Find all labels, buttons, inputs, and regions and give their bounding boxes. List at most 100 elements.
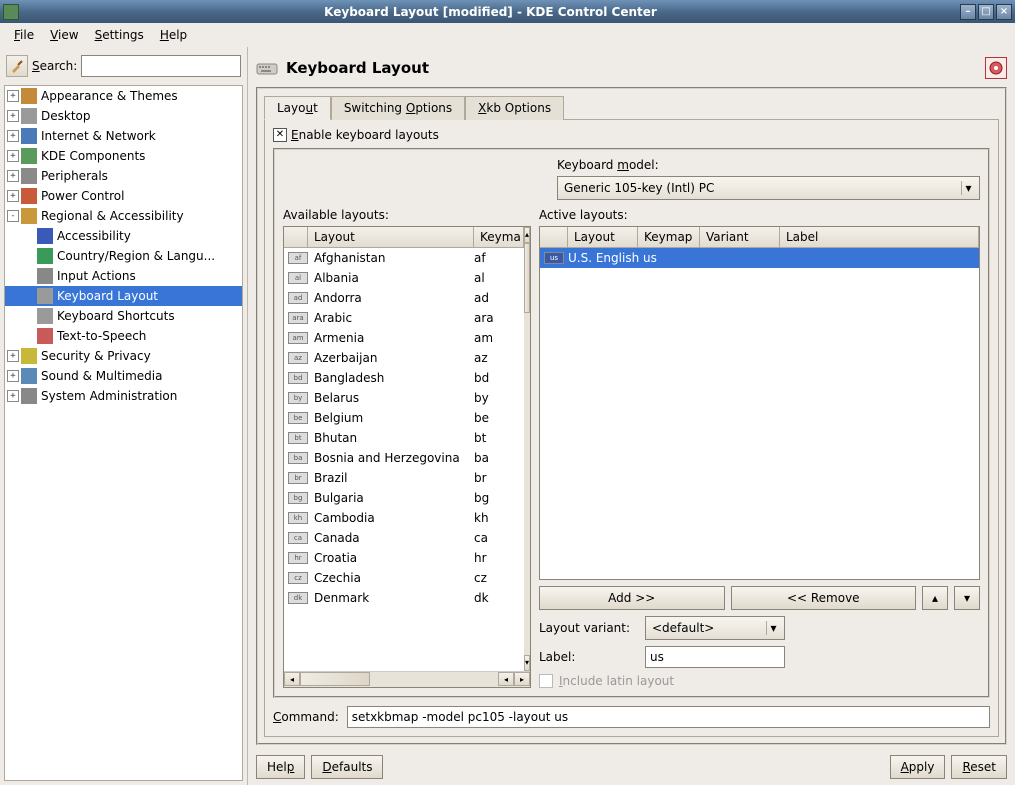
- menu-view[interactable]: View: [42, 26, 86, 44]
- close-button[interactable]: ×: [996, 4, 1012, 20]
- keyboard-model-combo[interactable]: Generic 105-key (Intl) PC ▾: [557, 176, 980, 200]
- warning-button[interactable]: [985, 57, 1007, 79]
- tree-item[interactable]: Text-to-Speech: [5, 326, 242, 346]
- remove-button[interactable]: << Remove: [731, 586, 917, 610]
- menu-help[interactable]: Help: [152, 26, 195, 44]
- tree-item[interactable]: -Regional & Accessibility: [5, 206, 242, 226]
- expand-icon[interactable]: +: [7, 130, 19, 142]
- layout-row[interactable]: khCambodiakh: [284, 508, 524, 528]
- scroll-down-icon[interactable]: ▾: [524, 655, 530, 671]
- defaults-button[interactable]: Defaults: [311, 755, 383, 779]
- clear-search-button[interactable]: [6, 55, 28, 77]
- layout-keymap: dk: [474, 591, 524, 605]
- menu-settings[interactable]: Settings: [87, 26, 152, 44]
- collapse-icon[interactable]: -: [7, 210, 19, 222]
- tree-item[interactable]: +Peripherals: [5, 166, 242, 186]
- available-scrollbar[interactable]: ▴ ▾: [524, 227, 530, 671]
- minimize-button[interactable]: –: [960, 4, 976, 20]
- tree-item[interactable]: +Power Control: [5, 186, 242, 206]
- layout-name: Canada: [312, 531, 474, 545]
- expand-icon[interactable]: +: [7, 170, 19, 182]
- tree-item[interactable]: +Appearance & Themes: [5, 86, 242, 106]
- layout-row[interactable]: dkDenmarkdk: [284, 588, 524, 608]
- expand-icon[interactable]: +: [7, 150, 19, 162]
- label-input[interactable]: [645, 646, 785, 668]
- col-layout[interactable]: Layout: [308, 227, 474, 247]
- layout-row[interactable]: araArabicara: [284, 308, 524, 328]
- layout-row[interactable]: baBosnia and Herzegovinaba: [284, 448, 524, 468]
- tree-item[interactable]: +KDE Components: [5, 146, 242, 166]
- tab-xkb-options[interactable]: Xkb Options: [465, 96, 564, 120]
- layout-row[interactable]: bgBulgariabg: [284, 488, 524, 508]
- layout-row[interactable]: czCzechiacz: [284, 568, 524, 588]
- col-keymap-active[interactable]: Keymap: [638, 227, 700, 247]
- available-layouts-list[interactable]: Layout Keyma afAfghanistanafalAlbaniaala…: [283, 226, 531, 688]
- window-titlebar: Keyboard Layout [modified] - KDE Control…: [0, 0, 1015, 23]
- gear-warning-icon: [988, 60, 1004, 76]
- available-hscrollbar[interactable]: ◂ ◂ ▸: [284, 671, 530, 687]
- expand-icon[interactable]: +: [7, 350, 19, 362]
- tree-item[interactable]: Keyboard Layout: [5, 286, 242, 306]
- scroll-left2-icon[interactable]: ◂: [498, 672, 514, 686]
- expand-icon[interactable]: +: [7, 190, 19, 202]
- maximize-button[interactable]: □: [978, 4, 994, 20]
- layout-row[interactable]: adAndorraad: [284, 288, 524, 308]
- hscroll-thumb[interactable]: [300, 672, 370, 686]
- layout-name: Armenia: [312, 331, 474, 345]
- tab-switching-options[interactable]: Switching Options: [331, 96, 465, 120]
- command-input[interactable]: [347, 706, 990, 728]
- layout-row[interactable]: amArmeniaam: [284, 328, 524, 348]
- layout-row[interactable]: hrCroatiahr: [284, 548, 524, 568]
- category-icon: [21, 128, 37, 144]
- menu-file[interactable]: File: [6, 26, 42, 44]
- help-button[interactable]: Help: [256, 755, 305, 779]
- tree-item[interactable]: Accessibility: [5, 226, 242, 246]
- layout-row[interactable]: azAzerbaijanaz: [284, 348, 524, 368]
- layout-row[interactable]: brBrazilbr: [284, 468, 524, 488]
- scroll-left-icon[interactable]: ◂: [284, 672, 300, 686]
- expand-icon[interactable]: +: [7, 110, 19, 122]
- layout-row[interactable]: afAfghanistanaf: [284, 248, 524, 268]
- layout-row[interactable]: alAlbaniaal: [284, 268, 524, 288]
- tree-item[interactable]: Input Actions: [5, 266, 242, 286]
- flag-icon: us: [544, 252, 564, 264]
- keyboard-icon: [256, 57, 278, 79]
- tree-item[interactable]: Keyboard Shortcuts: [5, 306, 242, 326]
- tree-item[interactable]: +Internet & Network: [5, 126, 242, 146]
- layout-keymap: al: [474, 271, 524, 285]
- tree-item[interactable]: +Desktop: [5, 106, 242, 126]
- expand-icon[interactable]: +: [7, 390, 19, 402]
- search-input[interactable]: [81, 55, 241, 77]
- col-layout-active[interactable]: Layout: [568, 227, 638, 247]
- layout-row[interactable]: bdBangladeshbd: [284, 368, 524, 388]
- col-variant[interactable]: Variant: [700, 227, 780, 247]
- tab-layout[interactable]: Layout: [264, 96, 331, 120]
- add-button[interactable]: Add >>: [539, 586, 725, 610]
- col-keymap[interactable]: Keyma: [474, 227, 524, 247]
- category-tree[interactable]: +Appearance & Themes+Desktop+Internet & …: [4, 85, 243, 781]
- scroll-up-icon[interactable]: ▴: [524, 227, 530, 243]
- layout-variant-combo[interactable]: <default> ▾: [645, 616, 785, 640]
- layout-row[interactable]: caCanadaca: [284, 528, 524, 548]
- col-label[interactable]: Label: [780, 227, 979, 247]
- scroll-right-icon[interactable]: ▸: [514, 672, 530, 686]
- active-layout-row[interactable]: usU.S. English us: [540, 248, 979, 268]
- expand-icon[interactable]: +: [7, 90, 19, 102]
- move-down-button[interactable]: ▾: [954, 586, 980, 610]
- tree-item[interactable]: +Sound & Multimedia: [5, 366, 242, 386]
- tree-item[interactable]: Country/Region & Langu...: [5, 246, 242, 266]
- apply-button[interactable]: Apply: [890, 755, 946, 779]
- expand-icon[interactable]: +: [7, 370, 19, 382]
- tree-item[interactable]: +Security & Privacy: [5, 346, 242, 366]
- enable-layouts-checkbox[interactable]: ✕: [273, 128, 287, 142]
- category-icon: [21, 368, 37, 384]
- layout-row[interactable]: btBhutanbt: [284, 428, 524, 448]
- active-layouts-list[interactable]: Layout Keymap Variant Label usU.S. Engli…: [539, 226, 980, 580]
- layout-row[interactable]: beBelgiumbe: [284, 408, 524, 428]
- layout-variant-label: Layout variant:: [539, 621, 639, 635]
- move-up-button[interactable]: ▴: [922, 586, 948, 610]
- layout-row[interactable]: byBelarusby: [284, 388, 524, 408]
- scroll-thumb[interactable]: [524, 243, 530, 313]
- tree-item[interactable]: +System Administration: [5, 386, 242, 406]
- reset-button[interactable]: Reset: [951, 755, 1007, 779]
